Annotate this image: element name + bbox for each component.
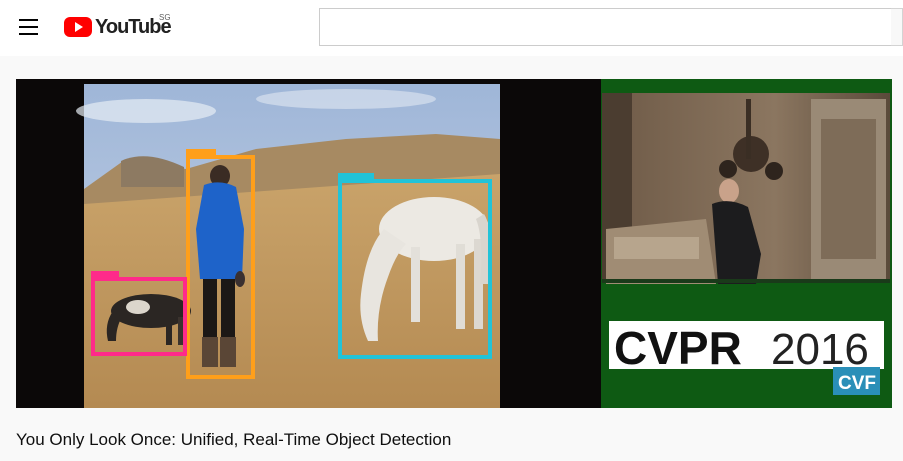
top-header: YouTube SG (0, 0, 903, 56)
search-button[interactable] (891, 8, 903, 46)
horse-box-tag (338, 173, 374, 183)
youtube-play-icon (64, 17, 92, 37)
dog-box-tag (91, 271, 119, 281)
video-player[interactable]: CVPR 2016 CVF (16, 79, 892, 408)
cvpr-text: CVPR (614, 322, 742, 374)
video-frame: CVPR 2016 CVF (16, 79, 892, 408)
search-input[interactable] (319, 8, 892, 46)
cvpr-year: 2016 (771, 325, 869, 374)
youtube-logo[interactable]: YouTube (64, 16, 172, 38)
cvf-logo-text: CVF (838, 373, 876, 394)
hamburger-menu-icon[interactable] (19, 19, 38, 35)
region-code: SG (159, 13, 171, 22)
video-title[interactable]: You Only Look Once: Unified, Real-Time O… (16, 430, 451, 450)
person-box-tag (186, 149, 216, 159)
